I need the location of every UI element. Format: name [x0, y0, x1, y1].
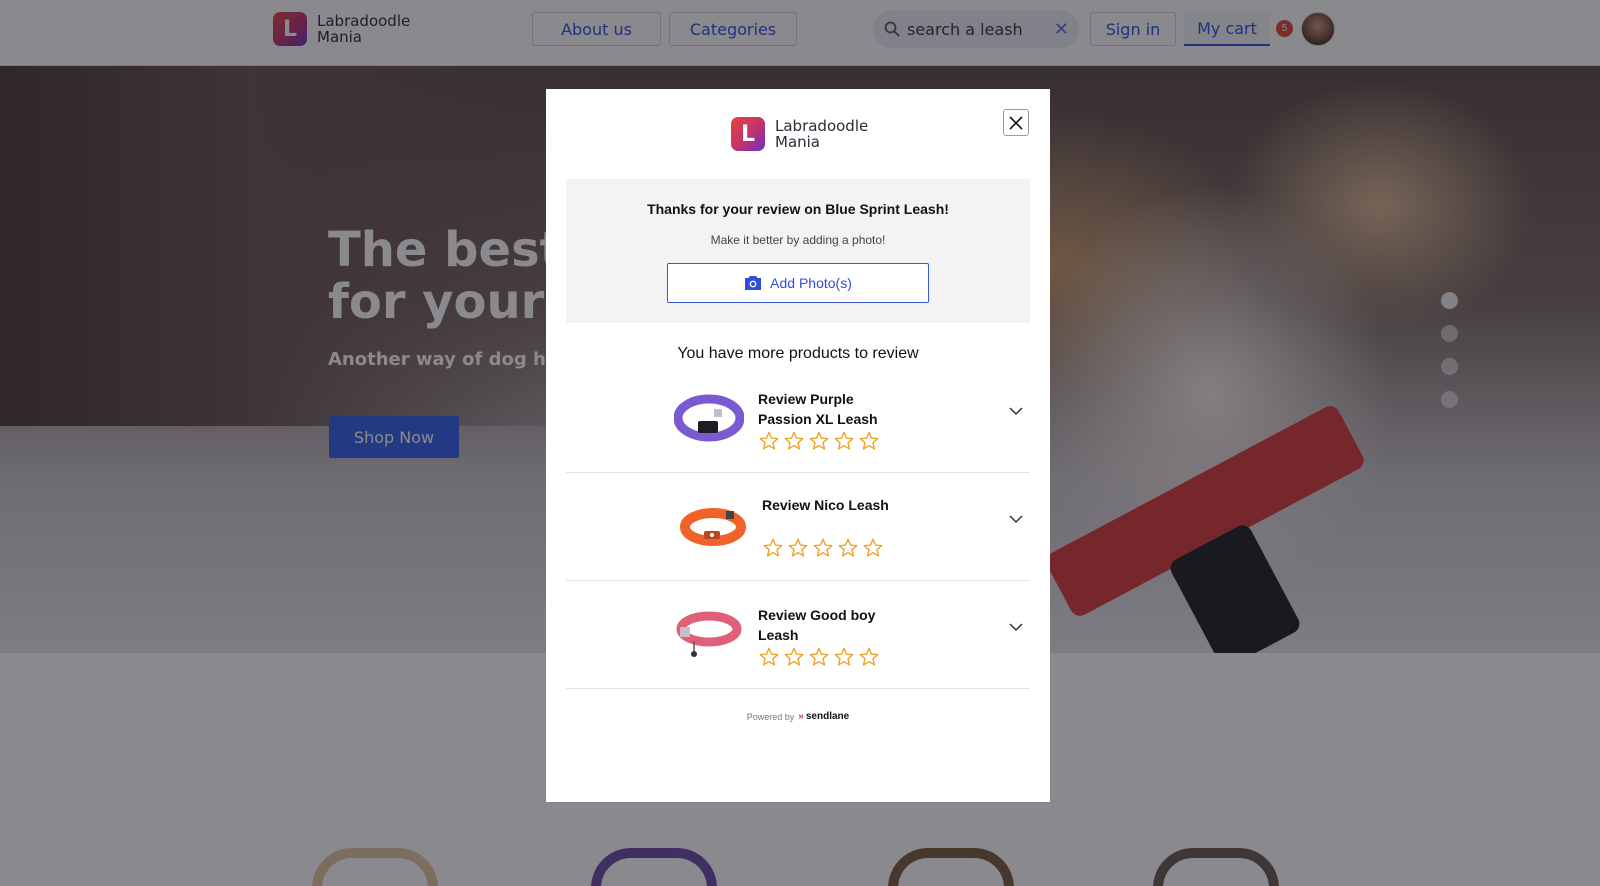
review-modal: L Labradoodle Mania Thanks for your revi…	[546, 89, 1050, 802]
review-item-title: Review Good boy Leash	[758, 605, 898, 645]
review-item-title-line2: Passion XL Leash	[758, 411, 878, 427]
pink-leash-thumbnail	[676, 611, 742, 657]
star-icon[interactable]	[831, 429, 856, 451]
star-icon[interactable]	[810, 536, 835, 558]
star-icon[interactable]	[856, 645, 881, 667]
star-icon[interactable]	[781, 429, 806, 451]
review-item-title-line2: Leash	[758, 627, 799, 643]
review-item-title-line1: Review Nico Leash	[762, 497, 889, 513]
brand-name-line2: Mania	[775, 133, 820, 151]
chevron-down-icon[interactable]	[1008, 619, 1024, 635]
more-reviews-title: You have more products to review	[677, 345, 919, 362]
review-item[interactable]: Review Nico Leash	[566, 473, 1030, 581]
star-icon[interactable]	[806, 645, 831, 667]
close-icon	[1009, 115, 1023, 130]
powered-by-label: Powered by	[746, 711, 795, 722]
star-icon[interactable]	[831, 645, 856, 667]
review-item-title: Review Nico Leash	[762, 495, 902, 515]
star-icon[interactable]	[781, 645, 806, 667]
brand-name-line1: Labradoodle	[775, 117, 869, 135]
modal-brand-logo: L Labradoodle Mania	[731, 117, 868, 151]
star-rating[interactable]	[756, 429, 881, 451]
review-item-title: Review Purple Passion XL Leash	[758, 389, 898, 429]
orange-leash-thumbnail	[680, 508, 746, 546]
star-icon[interactable]	[860, 536, 885, 558]
add-photo-button[interactable]: Add Photo(s)	[667, 263, 929, 303]
review-item[interactable]: Review Good boy Leash	[566, 581, 1030, 689]
sendlane-name: sendlane	[805, 711, 850, 722]
thanks-panel: Thanks for your review on Blue Sprint Le…	[566, 179, 1030, 323]
star-icon[interactable]	[785, 536, 810, 558]
chevron-down-icon[interactable]	[1008, 511, 1024, 527]
review-item[interactable]: Review Purple Passion XL Leash	[566, 365, 1030, 473]
star-rating[interactable]	[756, 645, 881, 667]
add-photo-label: Add Photo(s)	[770, 275, 852, 291]
star-rating[interactable]	[760, 536, 885, 558]
star-icon[interactable]	[760, 536, 785, 558]
chevron-down-icon[interactable]	[1008, 403, 1024, 419]
camera-icon	[744, 275, 762, 291]
star-icon[interactable]	[806, 429, 831, 451]
review-item-title-line1: Review Purple	[758, 391, 854, 407]
star-icon[interactable]	[756, 645, 781, 667]
review-item-title-line1: Review Good boy	[758, 607, 876, 623]
star-icon[interactable]	[856, 429, 881, 451]
thanks-title: Thanks for your review on Blue Sprint Le…	[647, 201, 949, 217]
brand-name: Labradoodle Mania	[775, 118, 868, 150]
modal-close-button[interactable]	[1003, 109, 1029, 136]
powered-by-footer: Powered by » sendlane	[546, 711, 1050, 722]
brand-logo-mark: L	[731, 117, 765, 151]
purple-leash-thumbnail	[674, 394, 744, 442]
star-icon[interactable]	[756, 429, 781, 451]
sendlane-icon: »	[798, 711, 804, 722]
sendlane-logo[interactable]: » sendlane	[798, 711, 849, 722]
star-icon[interactable]	[835, 536, 860, 558]
thanks-subtitle: Make it better by adding a photo!	[710, 233, 886, 247]
